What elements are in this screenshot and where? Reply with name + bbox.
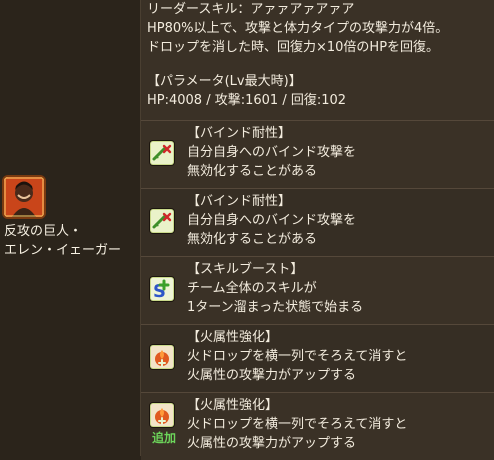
leader-skill-section: リーダースキル：アァァアァアァア HP80%以上で、攻撃と体力タイプの攻撃力が4…: [147, 0, 490, 110]
awakening-desc-line2: 無効化することがある: [187, 232, 318, 247]
awakening-desc-line2: 火属性の攻撃力がアップする: [187, 368, 357, 383]
awakening-item: 【バインド耐性】 自分自身へのバインド攻撃を 無効化することがある: [141, 120, 494, 188]
parameter-heading: 【パラメータ(Lv最大時)】: [147, 74, 302, 89]
monster-portrait[interactable]: [4, 177, 44, 217]
awakening-item: S 【スキルブースト】 チーム全体のスキルが 1ターン溜まった状態で始まる: [141, 256, 494, 324]
awakening-desc-line1: 火ドロップを横一列でそろえて消すと: [187, 349, 408, 364]
monster-name: 反攻の巨人・ エレン・イェーガー: [4, 222, 138, 260]
monster-detail-column: リーダースキル：アァァアァアァア HP80%以上で、攻撃と体力タイプの攻撃力が4…: [141, 0, 494, 460]
awakening-text: 【バインド耐性】 自分自身へのバインド攻撃を 無効化することがある: [187, 192, 490, 249]
monster-name-line1: 反攻の巨人・: [4, 224, 83, 239]
awakening-list: 【バインド耐性】 自分自身へのバインド攻撃を 無効化することがある 【バインド耐…: [141, 120, 494, 460]
awakening-desc-line2: 火属性の攻撃力がアップする: [187, 436, 357, 451]
leader-skill-line1: HP80%以上で、攻撃と体力タイプの攻撃力が4倍。: [147, 21, 449, 36]
monster-info-column: 反攻の巨人・ エレン・イェーガー: [0, 0, 141, 456]
awakening-desc-line1: 自分自身へのバインド攻撃を: [187, 145, 357, 160]
leader-skill-line2: ドロップを消した時、回復力×10倍のHPを回復。: [147, 40, 440, 55]
bind-resist-icon[interactable]: [150, 141, 174, 165]
awakening-desc-line1: 自分自身へのバインド攻撃を: [187, 213, 357, 228]
skill-boost-icon[interactable]: S: [150, 277, 174, 301]
awakening-title: 【火属性強化】: [187, 330, 279, 345]
awakening-text: 【火属性強化】 火ドロップを横一列でそろえて消すと 火属性の攻撃力がアップする: [187, 396, 490, 453]
awakening-desc-line1: チーム全体のスキルが: [187, 281, 317, 296]
fire-enhance-icon[interactable]: [150, 345, 174, 369]
awakening-title: 【バインド耐性】: [187, 126, 292, 141]
fire-enhance-icon[interactable]: [150, 403, 174, 427]
leader-skill-label: リーダースキル：アァァアァアァア: [147, 2, 355, 17]
awakening-item: 追加 【火属性強化】 火ドロップを横一列でそろえて消すと 火属性の攻撃力がアップ…: [141, 392, 494, 460]
bind-resist-icon[interactable]: [150, 209, 174, 233]
awakening-title: 【火属性強化】: [187, 398, 279, 413]
parameter-stats: HP:4008 / 攻撃:1601 / 回復:102: [147, 93, 347, 108]
monster-detail-panel: 反攻の巨人・ エレン・イェーガー リーダースキル：アァァアァアァア HP80%以…: [0, 0, 494, 460]
awakening-item: 【火属性強化】 火ドロップを横一列でそろえて消すと 火属性の攻撃力がアップする: [141, 324, 494, 392]
portrait-art-icon: [4, 177, 44, 217]
awakening-title: 【バインド耐性】: [187, 194, 292, 209]
added-badge: 追加: [152, 431, 177, 445]
awakening-text: 【火属性強化】 火ドロップを横一列でそろえて消すと 火属性の攻撃力がアップする: [187, 328, 490, 385]
awakening-desc-line2: 1ターン溜まった状態で始まる: [187, 300, 364, 315]
awakening-desc-line1: 火ドロップを横一列でそろえて消すと: [187, 417, 408, 432]
awakening-item: 【バインド耐性】 自分自身へのバインド攻撃を 無効化することがある: [141, 188, 494, 256]
awakening-desc-line2: 無効化することがある: [187, 164, 318, 179]
awakening-text: 【バインド耐性】 自分自身へのバインド攻撃を 無効化することがある: [187, 124, 490, 181]
monster-name-line2: エレン・イェーガー: [4, 243, 122, 258]
awakening-title: 【スキルブースト】: [187, 262, 304, 277]
awakening-text: 【スキルブースト】 チーム全体のスキルが 1ターン溜まった状態で始まる: [187, 260, 490, 317]
